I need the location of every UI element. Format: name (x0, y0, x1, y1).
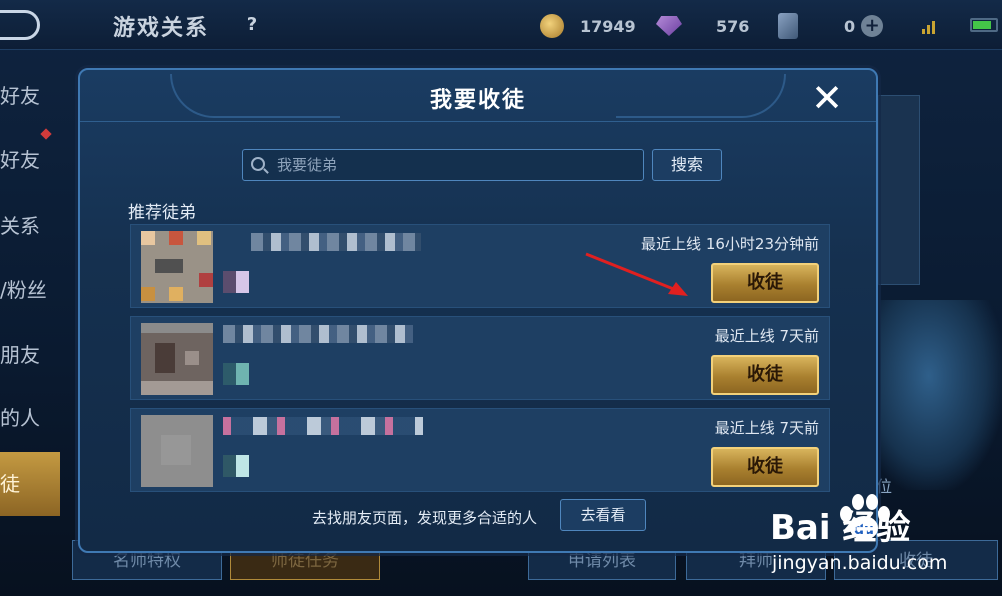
coin-icon (540, 14, 564, 38)
avatar[interactable] (141, 231, 213, 303)
list-item: 最近上线 16小时23分钟前 收徒 (130, 224, 830, 308)
hero-artwork (880, 300, 1002, 490)
player-name-pixelated (223, 325, 413, 343)
search-button[interactable]: 搜索 (652, 149, 722, 181)
accept-apprentice-button[interactable]: 收徒 (711, 447, 819, 487)
gem-counter: 576 (656, 14, 749, 38)
recommended-apprentices-label: 推荐徒弟 (128, 203, 196, 223)
watermark-brand: Bai 经验 (770, 508, 911, 548)
avatar[interactable] (141, 415, 213, 487)
page-title: 游戏关系 (113, 16, 210, 41)
go-look-button[interactable]: 去看看 (560, 499, 646, 531)
sidebar-item-people[interactable]: 的人 (0, 388, 60, 448)
find-friends-hint: 去找朋友页面，发现更多合适的人 (312, 509, 538, 527)
sidebar: 好友 好友 关系 /粉丝 朋友 的人 徒 (0, 60, 60, 530)
search-icon (251, 157, 265, 171)
player-info-pixelated (223, 271, 249, 293)
search-input[interactable] (277, 150, 637, 180)
sidebar-item-friends-2[interactable]: 朋友 (0, 325, 60, 385)
dialog-header: 我要收徒 ✕ (80, 70, 876, 122)
gem-value: 576 (716, 16, 750, 36)
plus-icon[interactable]: + (861, 15, 884, 37)
top-bar: 游戏关系 ? 17949 576 0 + (0, 0, 1002, 50)
recruit-apprentice-dialog: 我要收徒 ✕ 搜索 推荐徒弟 最近上线 16小时23分钟前 收徒 (78, 68, 878, 553)
dialog-title: 我要收徒 (429, 88, 526, 113)
watermark-url: jingyan.baidu.com (772, 552, 948, 574)
last-online-text: 最近上线 7天前 (714, 327, 819, 345)
gold-value: 17949 (580, 16, 636, 36)
help-icon[interactable]: ? (240, 13, 264, 37)
sidebar-item-game-friends[interactable]: 好友 (0, 130, 60, 190)
search-box (242, 149, 644, 181)
player-name-pixelated (223, 417, 423, 435)
sidebar-item-friends[interactable]: 好友 (0, 66, 60, 126)
sidebar-item-relations[interactable]: 关系 (0, 196, 60, 256)
arrow-pointer-icon (585, 252, 688, 296)
card-value: 0 (844, 16, 856, 36)
sidebar-item-mentor[interactable]: 徒 (0, 452, 60, 516)
baidu-watermark: du Bai 经验 jingyan.baidu.com (770, 488, 1002, 596)
accept-apprentice-button[interactable]: 收徒 (711, 263, 819, 303)
player-name-pixelated (251, 233, 421, 251)
battery-icon (970, 18, 998, 32)
background-panel (878, 95, 920, 285)
card-icon (778, 13, 798, 39)
last-online-text: 最近上线 7天前 (714, 419, 819, 437)
back-icon[interactable] (0, 10, 40, 40)
avatar[interactable] (141, 323, 213, 395)
gem-icon (656, 16, 682, 36)
signal-icon (922, 20, 938, 34)
player-info-pixelated (223, 363, 249, 385)
close-icon[interactable]: ✕ (807, 78, 847, 118)
list-item: 最近上线 7天前 收徒 (130, 316, 830, 400)
sidebar-item-fans[interactable]: /粉丝 (0, 260, 60, 320)
accept-apprentice-button[interactable]: 收徒 (711, 355, 819, 395)
card-counter: 0 + (778, 13, 884, 39)
player-info-pixelated (223, 455, 249, 477)
last-online-text: 最近上线 16小时23分钟前 (641, 235, 819, 253)
gold-counter: 17949 (540, 14, 636, 38)
list-item: 最近上线 7天前 收徒 (130, 408, 830, 492)
